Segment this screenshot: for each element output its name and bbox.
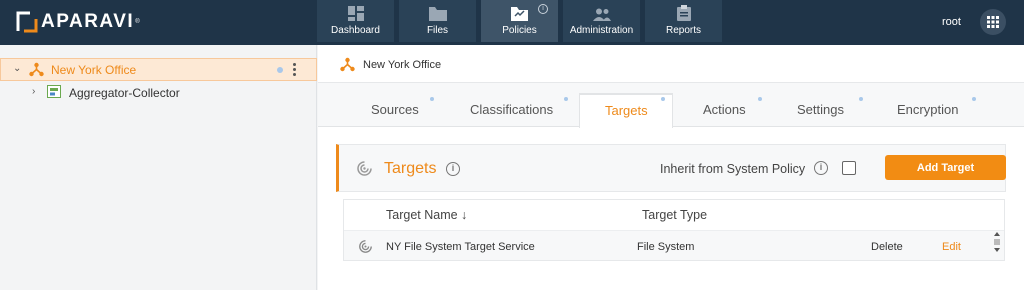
main-content: New York Office Sources Classifications … [318, 45, 1024, 290]
target-type-cell: File System [637, 241, 695, 253]
breadcrumb-label: New York Office [363, 59, 442, 71]
target-icon [357, 161, 372, 176]
nav-dashboard[interactable]: Dashboard [317, 0, 394, 42]
tab-actions[interactable]: Actions [703, 102, 746, 117]
policies-icon [511, 7, 528, 21]
chevron-down-icon[interactable]: ⌄ [13, 63, 21, 74]
aparavi-logo-icon [16, 11, 38, 33]
nav-reports[interactable]: Reports [645, 0, 722, 42]
grid-icon [987, 16, 999, 28]
tree-item-new-york-office[interactable]: ⌄ New York Office [0, 58, 317, 81]
policy-tabs: Sources Classifications Targets Actions … [318, 83, 1024, 128]
brand-name: APARAVI [41, 11, 135, 32]
breadcrumb: New York Office [318, 45, 1024, 83]
tree-item-label: Aggregator-Collector [69, 86, 180, 100]
tab-settings[interactable]: Settings [797, 102, 844, 117]
nav-administration[interactable]: Administration [563, 0, 640, 42]
edit-link[interactable]: Edit [942, 241, 961, 253]
status-dot [277, 67, 283, 73]
tab-indicator-dot [661, 97, 665, 101]
aparavi-logo[interactable]: APARAVI ® [16, 9, 140, 35]
top-bar: APARAVI ® Dashboard Files i Policies Adm… [0, 0, 1024, 45]
target-icon [359, 240, 372, 253]
folder-icon [428, 7, 447, 21]
table-scrollbar[interactable] [992, 232, 1002, 258]
scroll-thumb[interactable] [994, 239, 1000, 245]
nav-policies[interactable]: i Policies [481, 0, 558, 42]
delete-link[interactable]: Delete [871, 241, 903, 253]
organization-icon [29, 62, 44, 77]
info-icon[interactable]: i [446, 162, 460, 176]
nav-label: Administration [569, 25, 634, 36]
inherit-label: Inherit from System Policy [660, 162, 806, 176]
brand-registered-mark: ® [135, 19, 140, 25]
organization-icon [340, 57, 355, 72]
clipboard-icon [676, 5, 691, 21]
nav-label: Files [426, 25, 449, 36]
apps-grid-button[interactable] [980, 9, 1006, 35]
nav-label: Reports [665, 25, 701, 36]
tab-indicator-dot [430, 97, 434, 101]
tab-indicator-dot [972, 97, 976, 101]
nav-label: Policies [502, 25, 537, 36]
tab-sources[interactable]: Sources [371, 102, 419, 117]
targets-card-header: Targets i Inherit from System Policy i A… [336, 144, 1006, 192]
column-header-target-name[interactable]: Target Name ↓ [386, 208, 467, 222]
nav-files[interactable]: Files [399, 0, 476, 42]
aggregator-icon [47, 85, 61, 98]
user-name[interactable]: root [942, 16, 961, 28]
info-icon[interactable]: i [814, 161, 828, 175]
chevron-right-icon[interactable]: › [32, 86, 35, 97]
add-target-button[interactable]: Add Target [885, 155, 1006, 180]
tab-indicator-dot [859, 97, 863, 101]
tab-indicator-dot [564, 97, 568, 101]
more-options-icon[interactable] [293, 63, 297, 76]
tree-item-label: New York Office [51, 63, 137, 77]
dashboard-icon [347, 6, 364, 21]
table-row[interactable]: NY File System Target Service File Syste… [344, 230, 1004, 260]
scroll-down-icon[interactable] [994, 248, 1000, 252]
tab-indicator-dot [758, 97, 762, 101]
main-nav: Dashboard Files i Policies Administratio… [317, 0, 727, 45]
users-icon [592, 8, 611, 21]
info-icon[interactable]: i [538, 4, 548, 14]
tab-encryption[interactable]: Encryption [897, 102, 958, 117]
tree-panel: ⌄ New York Office › Aggregator-Collector [0, 45, 317, 290]
tab-targets[interactable]: Targets [605, 103, 648, 118]
inherit-checkbox[interactable] [842, 161, 856, 175]
targets-table: Target Name ↓ Target Type NY File System… [343, 199, 1005, 261]
column-header-target-type[interactable]: Target Type [642, 208, 707, 222]
scroll-up-icon[interactable] [994, 232, 1000, 236]
target-name-cell: NY File System Target Service [386, 241, 535, 253]
tree-item-aggregator-collector[interactable]: › Aggregator-Collector [0, 82, 317, 105]
tab-classifications[interactable]: Classifications [470, 102, 553, 117]
targets-title: Targets [384, 160, 437, 177]
nav-label: Dashboard [331, 25, 380, 36]
